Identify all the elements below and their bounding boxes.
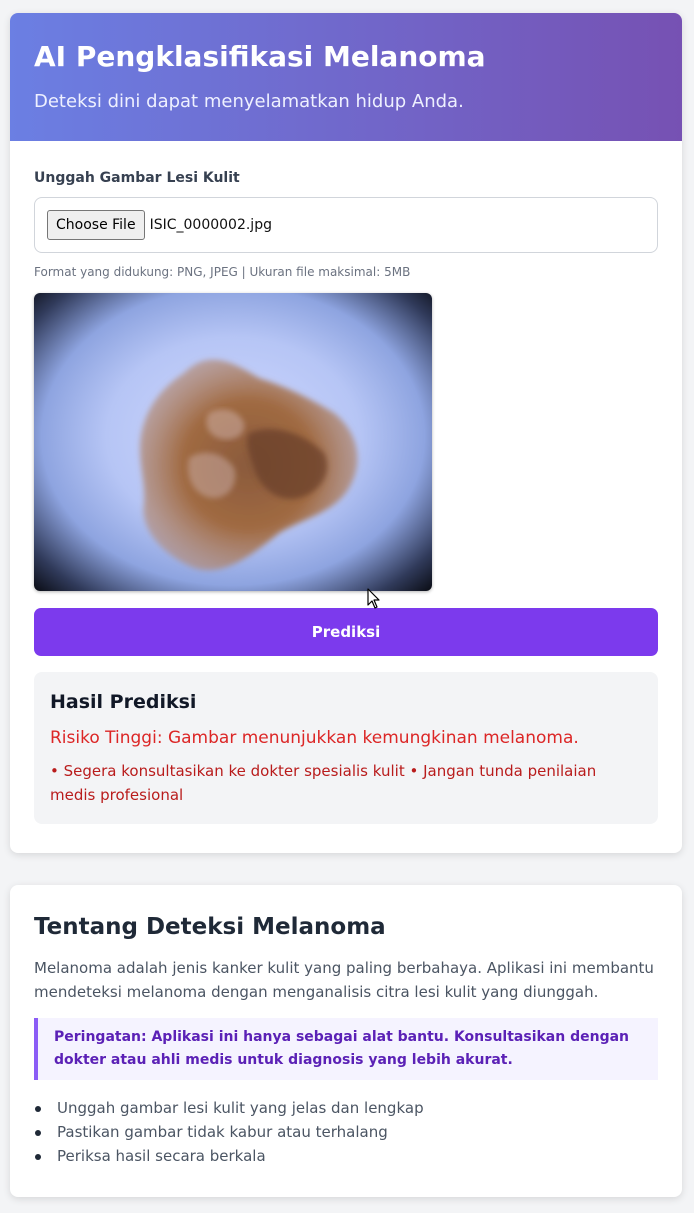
selected-file-name: ISIC_0000002.jpg [149,217,272,233]
prediction-result: Hasil Prediksi Risiko Tinggi: Gambar men… [34,672,658,824]
result-title: Hasil Prediksi [50,691,197,713]
app-subtitle: Deteksi dini dapat menyelamatkan hidup A… [34,91,464,112]
list-item: Unggah gambar lesi kulit yang jelas dan … [34,1096,658,1120]
app-header: AI Pengklasifikasi Melanoma Deteksi dini… [10,13,682,141]
about-title: Tentang Deteksi Melanoma [34,914,386,940]
skin-lesion-image [139,359,358,571]
classifier-card: AI Pengklasifikasi Melanoma Deteksi dini… [10,13,682,853]
list-item: Pastikan gambar tidak kabur atau terhala… [34,1120,658,1144]
predict-button[interactable]: Prediksi [34,608,658,656]
tips-list: Unggah gambar lesi kulit yang jelas dan … [34,1096,658,1168]
warning-callout: Peringatan: Aplikasi ini hanya sebagai a… [34,1018,658,1080]
mouse-cursor-icon [367,588,380,609]
app-title: AI Pengklasifikasi Melanoma [34,40,486,73]
about-description: Melanoma adalah jenis kanker kulit yang … [34,959,654,1001]
image-preview [34,293,432,591]
upload-section: Unggah Gambar Lesi Kulit Choose File ISI… [10,141,682,824]
advice-text: • Segera konsultasikan ke dokter spesial… [50,762,597,804]
about-card: Tentang Deteksi Melanoma Melanoma adalah… [10,885,682,1197]
upload-label: Unggah Gambar Lesi Kulit [34,170,240,186]
choose-file-button[interactable]: Choose File [47,210,145,240]
upload-hint: Format yang didukung: PNG, JPEG | Ukuran… [34,265,411,279]
list-item: Periksa hasil secara berkala [34,1144,658,1168]
file-input[interactable]: Choose File ISIC_0000002.jpg [34,197,658,253]
risk-text: Risiko Tinggi: Gambar menunjukkan kemung… [50,728,579,748]
